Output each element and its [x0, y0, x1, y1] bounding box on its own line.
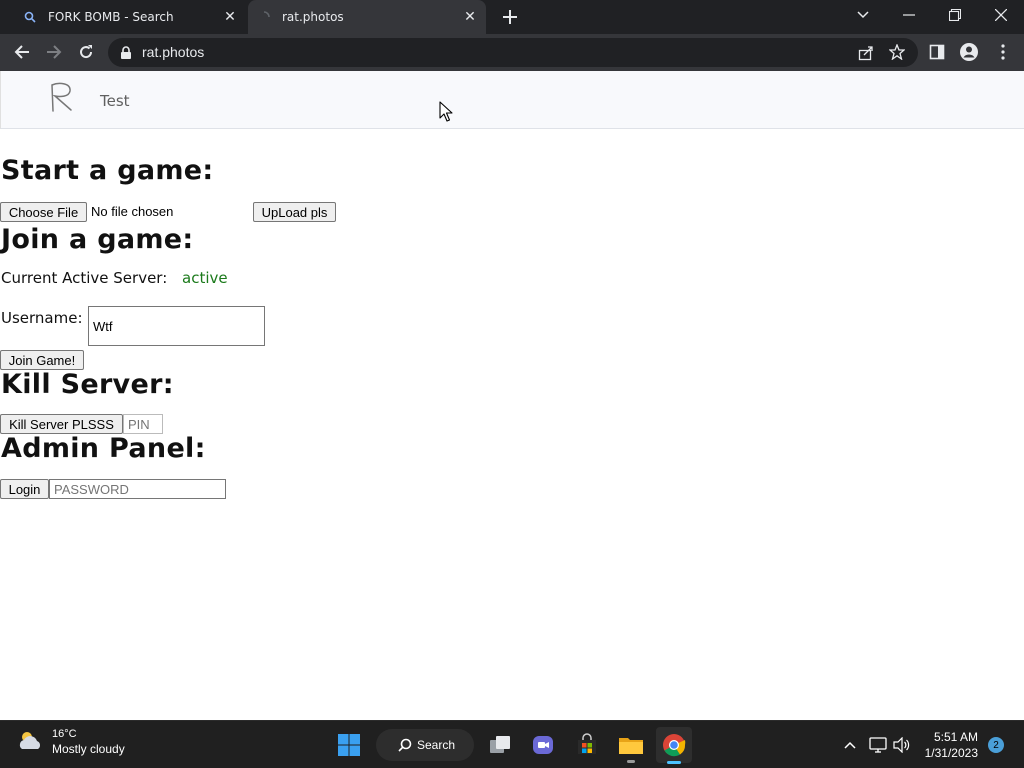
tab-search-chevron-icon[interactable]: [840, 0, 886, 30]
system-clock[interactable]: 5:51 AM 1/31/2023: [920, 729, 978, 761]
mouse-cursor-icon: [439, 101, 453, 127]
kill-server-heading: Kill Server:: [1, 369, 174, 400]
kill-server-button[interactable]: Kill Server PLSSS: [0, 414, 123, 434]
show-hidden-icons-chevron-icon[interactable]: [840, 735, 860, 755]
join-game-heading: Join a game:: [1, 224, 194, 255]
search-icon: [398, 738, 412, 752]
site-header: Test: [0, 71, 1024, 129]
server-status: active: [182, 269, 228, 287]
profile-icon[interactable]: [958, 41, 980, 63]
admin-panel-heading: Admin Panel:: [1, 433, 206, 464]
back-icon[interactable]: [10, 40, 34, 64]
choose-file-button[interactable]: Choose File: [0, 202, 87, 222]
menu-kebab-icon[interactable]: [992, 41, 1014, 63]
taskbar: 16°C Mostly cloudy Search 5:51 AM 1/31/2…: [0, 720, 1024, 768]
password-input[interactable]: PASSWORD: [49, 479, 226, 499]
tab-fork-bomb-search[interactable]: FORK BOMB - Search ✕: [14, 0, 246, 34]
username-input[interactable]: Wtf: [88, 306, 265, 346]
cloudy-weather-icon: [16, 728, 44, 756]
new-tab-icon[interactable]: [499, 6, 521, 28]
network-icon[interactable]: [868, 735, 888, 755]
taskbar-search[interactable]: Search: [376, 729, 474, 761]
file-status-text: No file chosen: [91, 204, 174, 219]
close-tab-icon[interactable]: ✕: [462, 9, 478, 25]
restore-icon[interactable]: [932, 0, 978, 30]
weather-widget[interactable]: 16°C Mostly cloudy: [16, 728, 125, 756]
clock-date: 1/31/2023: [924, 746, 978, 760]
login-button[interactable]: Login: [0, 479, 49, 499]
tab-title: rat.photos: [282, 10, 344, 24]
reload-icon[interactable]: [74, 40, 98, 64]
upload-button[interactable]: UpLoad pls: [253, 202, 336, 222]
pin-input[interactable]: PIN: [123, 414, 163, 434]
close-window-icon[interactable]: [978, 0, 1024, 30]
file-explorer-icon[interactable]: [613, 727, 649, 763]
microsoft-store-icon[interactable]: [569, 727, 605, 763]
minimize-icon[interactable]: [886, 0, 932, 30]
chrome-app-icon[interactable]: [656, 727, 692, 764]
site-logo[interactable]: [49, 81, 75, 117]
teams-chat-icon[interactable]: [525, 727, 561, 763]
url-text: rat.photos: [142, 44, 205, 60]
search-label: Search: [417, 738, 456, 752]
forward-icon[interactable]: [42, 40, 66, 64]
weather-temp: 16°C: [52, 728, 77, 740]
server-label: Current Active Server:: [1, 269, 168, 287]
username-value: Wtf: [93, 318, 113, 334]
username-label: Username:: [1, 309, 83, 327]
share-icon[interactable]: [858, 45, 874, 65]
side-panel-icon[interactable]: [926, 41, 948, 63]
weather-condition: Mostly cloudy: [52, 742, 125, 756]
volume-icon[interactable]: [892, 735, 912, 755]
task-view-icon[interactable]: [482, 727, 518, 763]
tab-title: FORK BOMB - Search: [48, 10, 174, 24]
password-placeholder: PASSWORD: [54, 481, 129, 497]
clock-time: 5:51 AM: [933, 730, 978, 744]
bookmark-star-icon[interactable]: [888, 43, 906, 64]
tab-rat-photos[interactable]: rat.photos ✕: [248, 0, 486, 34]
browser-toolbar: rat.photos: [0, 34, 1024, 71]
address-bar[interactable]: rat.photos: [108, 38, 918, 67]
pin-placeholder: PIN: [128, 416, 150, 432]
loading-icon: [256, 9, 272, 25]
search-icon: [22, 9, 38, 25]
page-content: Test Start a game: Choose File No file c…: [0, 71, 1024, 720]
windows-start-icon[interactable]: [331, 727, 367, 763]
join-game-button[interactable]: Join Game!: [0, 350, 84, 370]
notification-badge[interactable]: 2: [988, 737, 1004, 753]
tab-strip: FORK BOMB - Search ✕ rat.photos ✕: [0, 0, 1024, 34]
nav-link-test[interactable]: Test: [100, 92, 130, 110]
start-game-heading: Start a game:: [1, 155, 214, 186]
lock-icon[interactable]: [120, 45, 132, 64]
close-tab-icon[interactable]: ✕: [222, 9, 238, 25]
